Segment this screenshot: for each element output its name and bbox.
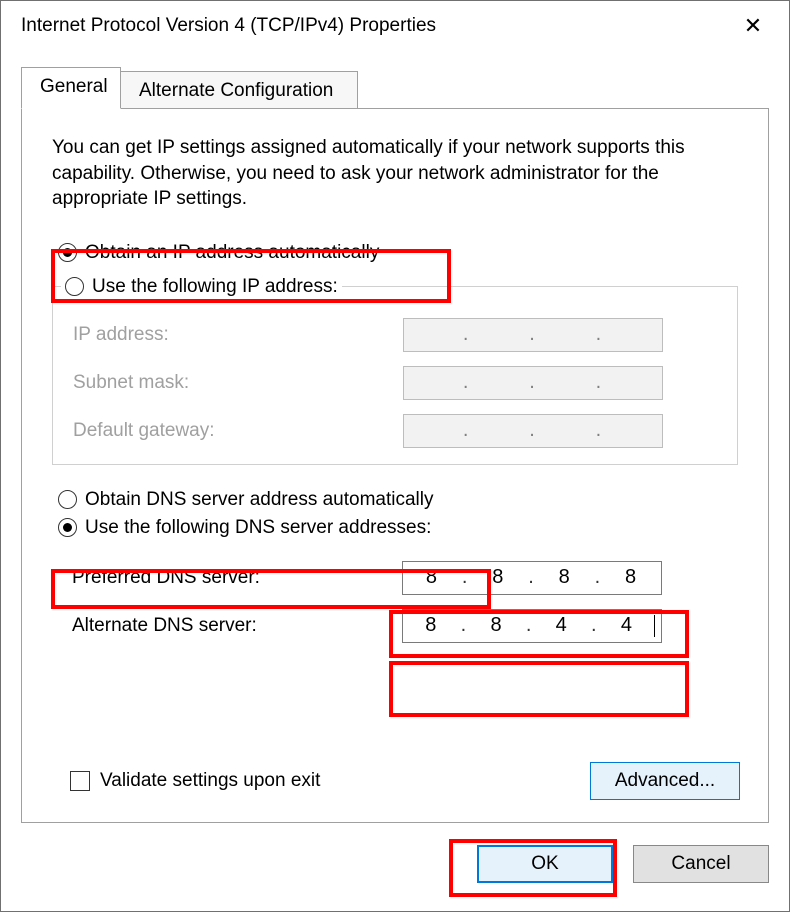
- ok-button[interactable]: OK: [477, 845, 613, 883]
- radio-use-following-dns[interactable]: Use the following DNS server addresses:: [58, 517, 738, 539]
- radio-label: Obtain DNS server address automatically: [85, 489, 433, 511]
- radio-icon: [58, 490, 77, 509]
- row-preferred-dns: Preferred DNS server: 8. 8. 8. 8: [62, 561, 728, 595]
- row-alternate-dns: Alternate DNS server: 8. 8. 4. 4: [62, 609, 728, 643]
- input-subnet-mask: . . .: [403, 366, 663, 400]
- dns-section: Obtain DNS server address automatically …: [52, 489, 738, 653]
- general-tab-panel: You can get IP settings assigned automat…: [21, 108, 769, 823]
- radio-icon: [58, 243, 77, 262]
- cancel-button[interactable]: Cancel: [633, 845, 769, 883]
- row-default-gateway: Default gateway: . . .: [63, 414, 727, 448]
- row-ip-address: IP address: . . .: [63, 318, 727, 352]
- text-caret: [654, 615, 655, 637]
- label-subnet-mask: Subnet mask:: [63, 372, 403, 394]
- label-ip-address: IP address:: [63, 324, 403, 346]
- input-ip-address: . . .: [403, 318, 663, 352]
- radio-use-following-ip[interactable]: Use the following IP address:: [65, 276, 338, 298]
- radio-icon: [65, 277, 84, 296]
- tab-general[interactable]: General: [21, 67, 121, 109]
- label-alternate-dns: Alternate DNS server:: [62, 615, 402, 637]
- advanced-button[interactable]: Advanced...: [590, 762, 740, 800]
- intro-text: You can get IP settings assigned automat…: [52, 135, 738, 212]
- input-preferred-dns[interactable]: 8. 8. 8. 8: [402, 561, 662, 595]
- input-alternate-dns[interactable]: 8. 8. 4. 4: [402, 609, 662, 643]
- window-title: Internet Protocol Version 4 (TCP/IPv4) P…: [21, 15, 436, 37]
- dns-fields: Preferred DNS server: 8. 8. 8. 8 Alterna…: [52, 545, 738, 653]
- checkbox-icon: [70, 771, 90, 791]
- ip-manual-group: Use the following IP address: IP address…: [52, 270, 738, 465]
- close-icon[interactable]: ✕: [733, 9, 773, 43]
- radio-label: Obtain an IP address automatically: [85, 242, 379, 264]
- input-default-gateway: . . .: [403, 414, 663, 448]
- radio-label: Use the following IP address:: [92, 276, 338, 298]
- checkbox-label: Validate settings upon exit: [100, 770, 320, 792]
- ipv4-properties-window: Internet Protocol Version 4 (TCP/IPv4) P…: [0, 0, 790, 912]
- checkbox-validate-settings[interactable]: Validate settings upon exit: [70, 770, 320, 792]
- dialog-button-bar: OK Cancel: [477, 845, 769, 889]
- radio-obtain-dns-auto[interactable]: Obtain DNS server address automatically: [58, 489, 738, 511]
- titlebar: Internet Protocol Version 4 (TCP/IPv4) P…: [1, 1, 789, 51]
- radio-icon: [58, 518, 77, 537]
- label-default-gateway: Default gateway:: [63, 420, 403, 442]
- tab-strip: General Alternate Configuration: [21, 67, 769, 109]
- radio-obtain-ip-auto[interactable]: Obtain an IP address automatically: [58, 242, 738, 264]
- row-subnet-mask: Subnet mask: . . .: [63, 366, 727, 400]
- radio-label: Use the following DNS server addresses:: [85, 517, 431, 539]
- tab-alternate[interactable]: Alternate Configuration: [120, 71, 358, 109]
- label-preferred-dns: Preferred DNS server:: [62, 567, 402, 589]
